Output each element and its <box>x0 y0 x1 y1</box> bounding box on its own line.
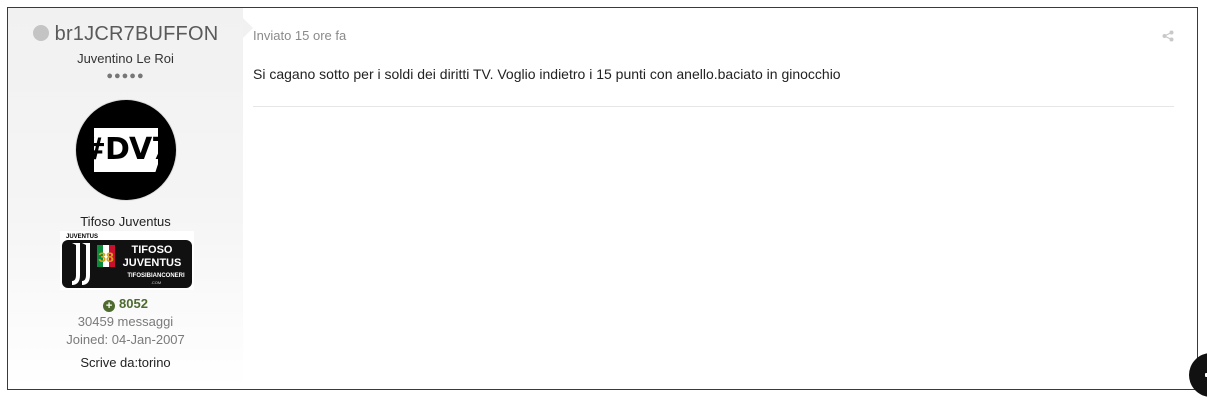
post-count: 30459 messaggi <box>77 314 174 329</box>
author-panel-arrow <box>243 18 253 38</box>
author-rank-title: Juventino Le Roi <box>77 51 174 66</box>
author-location: Scrive da:torino <box>80 355 171 370</box>
avatar-text: #DV7 <box>80 132 172 167</box>
badge-site: TIFOSIBIANCONERI <box>127 273 185 279</box>
badge-line2: JUVENTUS <box>123 257 182 269</box>
badge-number: 38 <box>98 249 114 265</box>
author-username[interactable]: br1JCR7BUFFON <box>55 23 219 45</box>
forum-post: br1JCR7BUFFON Juventino Le Roi ●●●●● #DV… <box>7 7 1198 390</box>
reputation-value: 8052 <box>119 296 148 311</box>
plus-circle-icon: + <box>103 300 116 312</box>
badge-line1: TIFOSO <box>132 244 173 256</box>
group-badge-image: JUVENTUS 38 TIFOSO JUVENTUS TIFOSIBIANCO… <box>60 231 194 290</box>
avatar[interactable]: #DV7 <box>76 100 176 200</box>
author-group-title: Tifoso Juventus <box>80 214 171 229</box>
post-body: Si cagano sotto per i soldi dei diritti … <box>253 66 841 82</box>
post-timestamp[interactable]: Inviato 15 ore fa <box>253 28 346 43</box>
reputation[interactable]: +8052 <box>8 296 243 312</box>
badge-domain: .COM <box>151 280 161 285</box>
offline-status-icon <box>32 25 49 41</box>
badge-top-text: JUVENTUS <box>66 234 98 240</box>
author-panel: br1JCR7BUFFON Juventino Le Roi ●●●●● #DV… <box>8 8 243 389</box>
share-icon[interactable] <box>1162 30 1174 42</box>
post-divider <box>253 106 1174 107</box>
joined-date: Joined: 04-Jan-2007 <box>66 332 185 347</box>
username-row: br1JCR7BUFFON <box>8 23 243 46</box>
rank-pips: ●●●●● <box>106 70 145 82</box>
